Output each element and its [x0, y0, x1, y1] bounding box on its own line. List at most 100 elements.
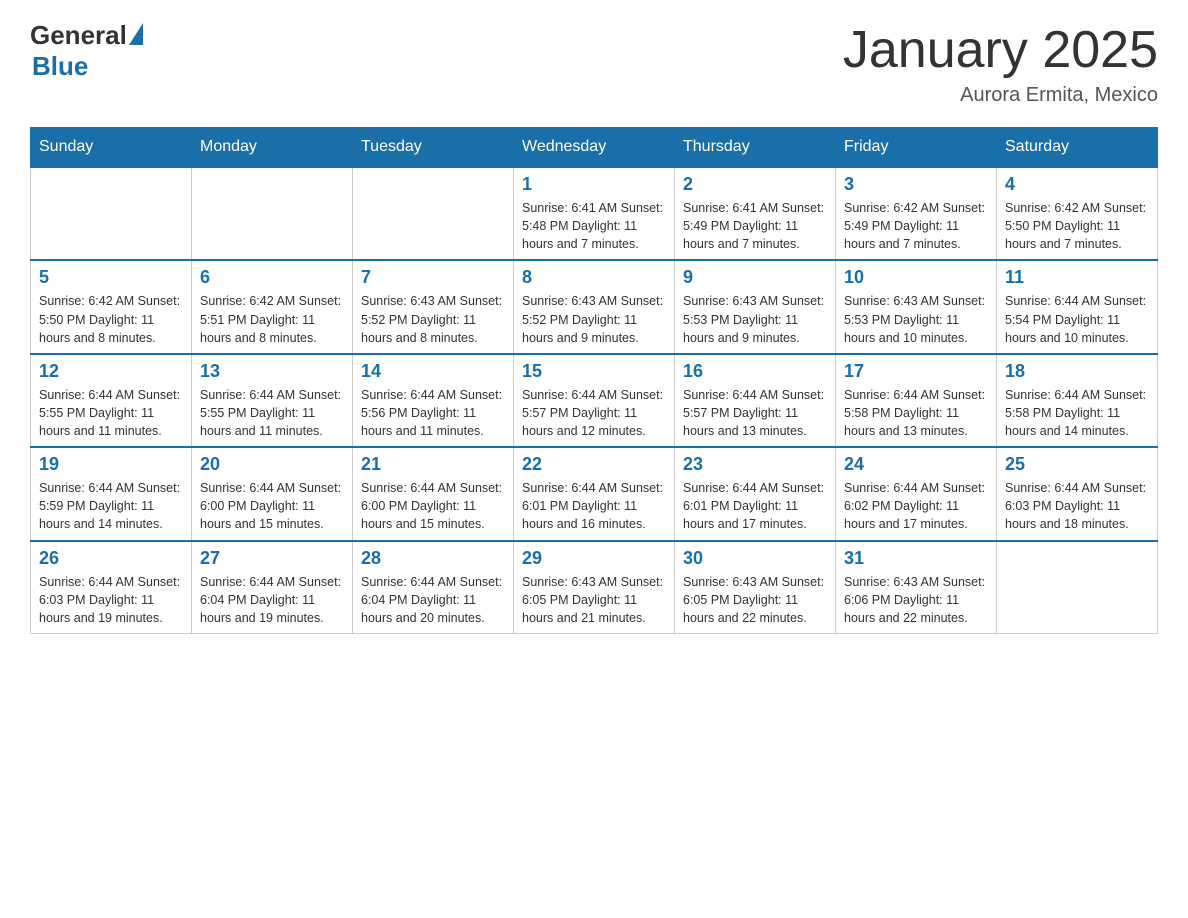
- logo-triangle-icon: [129, 23, 143, 45]
- day-number: 29: [522, 548, 666, 569]
- day-number: 11: [1005, 267, 1149, 288]
- day-info: Sunrise: 6:44 AM Sunset: 6:04 PM Dayligh…: [361, 573, 505, 627]
- calendar-cell: 4Sunrise: 6:42 AM Sunset: 5:50 PM Daylig…: [997, 167, 1158, 260]
- weekday-header-monday: Monday: [192, 128, 353, 168]
- weekday-header-friday: Friday: [836, 128, 997, 168]
- calendar-cell: [192, 167, 353, 260]
- calendar-cell: 11Sunrise: 6:44 AM Sunset: 5:54 PM Dayli…: [997, 260, 1158, 353]
- day-number: 19: [39, 454, 183, 475]
- calendar-week-row: 19 Sunrise: 6:44 AM Sunset: 5:59 PM Dayli…: [31, 447, 1158, 540]
- weekday-header-thursday: Thursday: [675, 128, 836, 168]
- calendar-cell: 2Sunrise: 6:41 AM Sunset: 5:49 PM Daylig…: [675, 167, 836, 260]
- calendar-header-row: SundayMondayTuesdayWednesdayThursdayFrid…: [31, 128, 1158, 168]
- day-number: 5: [39, 267, 183, 288]
- day-number: 30: [683, 548, 827, 569]
- calendar-cell: 25 Sunrise: 6:44 AM Sunset: 6:03 PM Dayli…: [997, 447, 1158, 540]
- calendar-week-row: 12 Sunrise: 6:44 AM Sunset: 5:55 PM Dayli…: [31, 354, 1158, 447]
- day-info: Sunrise: 6:44 AM Sunset: 5:59 PM Dayligh…: [39, 479, 183, 533]
- day-info: Sunrise: 6:44 AM Sunset: 5:55 PM Dayligh…: [200, 386, 344, 440]
- day-info: Sunrise: 6:44 AM Sunset: 5:55 PM Dayligh…: [39, 386, 183, 440]
- calendar-cell: 18 Sunrise: 6:44 AM Sunset: 5:58 PM Dayli…: [997, 354, 1158, 447]
- title-section: January 2025 Aurora Ermita, Mexico: [843, 20, 1158, 107]
- calendar-cell: 28 Sunrise: 6:44 AM Sunset: 6:04 PM Dayli…: [353, 541, 514, 634]
- day-info: Sunrise: 6:44 AM Sunset: 6:04 PM Dayligh…: [200, 573, 344, 627]
- day-info: Sunrise: 6:44 AM Sunset: 6:01 PM Dayligh…: [522, 479, 666, 533]
- day-number: 27: [200, 548, 344, 569]
- day-info: Sunrise: 6:44 AM Sunset: 6:03 PM Dayligh…: [39, 573, 183, 627]
- day-number: 25: [1005, 454, 1149, 475]
- day-number: 12: [39, 361, 183, 382]
- day-number: 13: [200, 361, 344, 382]
- logo: General Blue: [30, 20, 143, 82]
- calendar-cell: 22 Sunrise: 6:44 AM Sunset: 6:01 PM Dayli…: [514, 447, 675, 540]
- calendar-cell: [353, 167, 514, 260]
- day-info: Sunrise: 6:43 AM Sunset: 5:52 PM Dayligh…: [522, 292, 666, 346]
- day-number: 22: [522, 454, 666, 475]
- calendar-cell: 29 Sunrise: 6:43 AM Sunset: 6:05 PM Dayli…: [514, 541, 675, 634]
- day-info: Sunrise: 6:44 AM Sunset: 6:00 PM Dayligh…: [200, 479, 344, 533]
- calendar-cell: 21Sunrise: 6:44 AM Sunset: 6:00 PM Dayli…: [353, 447, 514, 540]
- day-info: Sunrise: 6:43 AM Sunset: 5:52 PM Dayligh…: [361, 292, 505, 346]
- calendar-cell: 30 Sunrise: 6:43 AM Sunset: 6:05 PM Dayli…: [675, 541, 836, 634]
- calendar-cell: 26Sunrise: 6:44 AM Sunset: 6:03 PM Dayli…: [31, 541, 192, 634]
- day-info: Sunrise: 6:44 AM Sunset: 6:03 PM Dayligh…: [1005, 479, 1149, 533]
- day-info: Sunrise: 6:44 AM Sunset: 6:01 PM Dayligh…: [683, 479, 827, 533]
- day-number: 28: [361, 548, 505, 569]
- weekday-header-wednesday: Wednesday: [514, 128, 675, 168]
- calendar-week-row: 5 Sunrise: 6:42 AM Sunset: 5:50 PM Daylig…: [31, 260, 1158, 353]
- month-title: January 2025: [843, 20, 1158, 80]
- calendar-cell: 9Sunrise: 6:43 AM Sunset: 5:53 PM Daylig…: [675, 260, 836, 353]
- day-info: Sunrise: 6:41 AM Sunset: 5:48 PM Dayligh…: [522, 199, 666, 253]
- calendar-cell: 19 Sunrise: 6:44 AM Sunset: 5:59 PM Dayli…: [31, 447, 192, 540]
- calendar-cell: 6 Sunrise: 6:42 AM Sunset: 5:51 PM Daylig…: [192, 260, 353, 353]
- day-info: Sunrise: 6:42 AM Sunset: 5:50 PM Dayligh…: [39, 292, 183, 346]
- calendar-cell: 14 Sunrise: 6:44 AM Sunset: 5:56 PM Dayli…: [353, 354, 514, 447]
- day-info: Sunrise: 6:44 AM Sunset: 6:02 PM Dayligh…: [844, 479, 988, 533]
- calendar-cell: 8 Sunrise: 6:43 AM Sunset: 5:52 PM Daylig…: [514, 260, 675, 353]
- day-number: 4: [1005, 174, 1149, 195]
- day-info: Sunrise: 6:43 AM Sunset: 6:05 PM Dayligh…: [683, 573, 827, 627]
- calendar-cell: 17 Sunrise: 6:44 AM Sunset: 5:58 PM Dayli…: [836, 354, 997, 447]
- calendar-cell: 7Sunrise: 6:43 AM Sunset: 5:52 PM Daylig…: [353, 260, 514, 353]
- day-info: Sunrise: 6:44 AM Sunset: 5:56 PM Dayligh…: [361, 386, 505, 440]
- calendar-cell: 1Sunrise: 6:41 AM Sunset: 5:48 PM Daylig…: [514, 167, 675, 260]
- day-number: 15: [522, 361, 666, 382]
- day-info: Sunrise: 6:43 AM Sunset: 6:06 PM Dayligh…: [844, 573, 988, 627]
- day-number: 14: [361, 361, 505, 382]
- day-number: 6: [200, 267, 344, 288]
- day-number: 24: [844, 454, 988, 475]
- day-number: 21: [361, 454, 505, 475]
- day-number: 20: [200, 454, 344, 475]
- day-info: Sunrise: 6:43 AM Sunset: 5:53 PM Dayligh…: [683, 292, 827, 346]
- calendar-cell: 23 Sunrise: 6:44 AM Sunset: 6:01 PM Dayli…: [675, 447, 836, 540]
- day-number: 18: [1005, 361, 1149, 382]
- day-number: 8: [522, 267, 666, 288]
- day-info: Sunrise: 6:41 AM Sunset: 5:49 PM Dayligh…: [683, 199, 827, 253]
- day-info: Sunrise: 6:43 AM Sunset: 5:53 PM Dayligh…: [844, 292, 988, 346]
- calendar-cell: 10 Sunrise: 6:43 AM Sunset: 5:53 PM Dayli…: [836, 260, 997, 353]
- calendar-cell: 15 Sunrise: 6:44 AM Sunset: 5:57 PM Dayli…: [514, 354, 675, 447]
- calendar-cell: 16 Sunrise: 6:44 AM Sunset: 5:57 PM Dayli…: [675, 354, 836, 447]
- day-number: 10: [844, 267, 988, 288]
- day-info: Sunrise: 6:42 AM Sunset: 5:51 PM Dayligh…: [200, 292, 344, 346]
- weekday-header-tuesday: Tuesday: [353, 128, 514, 168]
- calendar-cell: 27 Sunrise: 6:44 AM Sunset: 6:04 PM Dayli…: [192, 541, 353, 634]
- day-number: 23: [683, 454, 827, 475]
- calendar-cell: 5 Sunrise: 6:42 AM Sunset: 5:50 PM Daylig…: [31, 260, 192, 353]
- calendar-cell: [31, 167, 192, 260]
- calendar-week-row: 1Sunrise: 6:41 AM Sunset: 5:48 PM Daylig…: [31, 167, 1158, 260]
- day-info: Sunrise: 6:43 AM Sunset: 6:05 PM Dayligh…: [522, 573, 666, 627]
- logo-blue-text: Blue: [32, 51, 143, 82]
- logo-general-text: General: [30, 20, 127, 51]
- calendar-table: SundayMondayTuesdayWednesdayThursdayFrid…: [30, 127, 1158, 634]
- day-number: 3: [844, 174, 988, 195]
- day-info: Sunrise: 6:44 AM Sunset: 5:58 PM Dayligh…: [1005, 386, 1149, 440]
- day-info: Sunrise: 6:44 AM Sunset: 5:58 PM Dayligh…: [844, 386, 988, 440]
- calendar-cell: 20 Sunrise: 6:44 AM Sunset: 6:00 PM Dayli…: [192, 447, 353, 540]
- day-info: Sunrise: 6:44 AM Sunset: 5:57 PM Dayligh…: [522, 386, 666, 440]
- day-number: 17: [844, 361, 988, 382]
- calendar-cell: 12 Sunrise: 6:44 AM Sunset: 5:55 PM Dayli…: [31, 354, 192, 447]
- day-number: 16: [683, 361, 827, 382]
- calendar-cell: 24 Sunrise: 6:44 AM Sunset: 6:02 PM Dayli…: [836, 447, 997, 540]
- day-info: Sunrise: 6:44 AM Sunset: 5:57 PM Dayligh…: [683, 386, 827, 440]
